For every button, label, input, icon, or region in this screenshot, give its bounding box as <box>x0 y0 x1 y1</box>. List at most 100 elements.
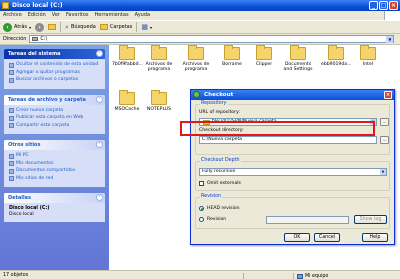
folder-item[interactable]: Archivos de programa <box>144 45 174 73</box>
head-revision-radio[interactable] <box>199 206 204 211</box>
folder-label: Documents and Settings <box>283 62 313 73</box>
details-header[interactable]: Detalles ˄ <box>4 193 105 203</box>
repository-group-label: Repository <box>200 101 228 106</box>
menu-favoritos[interactable]: Favoritos <box>66 12 89 20</box>
collapse-icon[interactable]: ˄ <box>96 50 103 57</box>
folder-label: Clipper <box>255 62 273 67</box>
folders-button[interactable]: Carpetas <box>99 24 132 30</box>
folder-label: Archivos de programa <box>145 62 173 73</box>
checkout-directory-input[interactable]: C:\Nueva carpeta <box>199 136 377 144</box>
ok-button[interactable]: OK <box>284 233 310 242</box>
url-highlight-annotation <box>180 121 375 136</box>
drive-icon <box>2 2 9 9</box>
folder-icon <box>290 45 306 60</box>
cancel-button[interactable]: Cancel <box>314 233 340 242</box>
omit-externals-label: Omit externals <box>207 181 241 186</box>
dialog-titlebar: Checkout × <box>191 90 394 100</box>
folder-icon <box>328 45 344 60</box>
folder-up-icon <box>48 24 57 30</box>
revision-group: Revision HEAD revision Revision Show log <box>195 194 390 229</box>
place-network[interactable]: Mis sitios de red <box>9 176 101 181</box>
back-label: Atrás <box>14 24 28 30</box>
dialog-close-button[interactable]: × <box>384 91 392 99</box>
task-hide-drive-contents[interactable]: Ocultar el contenido de esta unidad <box>9 62 101 68</box>
windows-logo-icon <box>384 11 400 20</box>
show-log-button[interactable]: Show log <box>354 215 387 224</box>
panel-title: Otros sitios <box>8 142 41 148</box>
search-label: Búsqueda <box>70 24 96 30</box>
collapse-icon[interactable]: ˄ <box>96 141 103 148</box>
file-tasks-header[interactable]: Tareas de archivo y carpeta ˄ <box>4 94 105 105</box>
url-label: URL of repository: <box>199 110 240 115</box>
menu-ver[interactable]: Ver <box>52 12 60 20</box>
task-search-files[interactable]: Buscar archivos o carpetas <box>9 77 101 83</box>
views-icon: ▦ <box>141 23 148 31</box>
task-publish-web[interactable]: Publicar esta carpeta en Web <box>9 115 101 121</box>
search-icon: ⌕ <box>65 22 69 31</box>
folder-item[interactable]: Borrame <box>217 45 247 67</box>
revision-input[interactable] <box>266 216 349 224</box>
collapse-icon[interactable]: ˄ <box>96 95 103 103</box>
folder-item[interactable]: Clipper <box>249 45 279 67</box>
task-label: Buscar archivos o carpetas <box>16 77 79 82</box>
address-input[interactable]: C:\ ▼ <box>29 35 395 43</box>
collapse-icon[interactable]: ˄ <box>96 194 103 201</box>
system-tasks-header[interactable]: Tareas del sistema ˄ <box>4 49 105 59</box>
back-button[interactable]: ‹ Atrás ▾ <box>3 22 31 32</box>
minimize-button[interactable]: _ <box>369 1 378 10</box>
address-label: Dirección <box>3 36 27 42</box>
menu-herramientas[interactable]: Herramientas <box>95 12 129 20</box>
task-share-folder[interactable]: Compartir esta carpeta <box>9 123 101 128</box>
search-icon <box>9 77 14 83</box>
place-my-documents[interactable]: Mis documentos <box>9 161 101 166</box>
folder-item[interactable]: Documents and Settings <box>283 45 313 73</box>
browse-url-button[interactable]: ... <box>380 118 389 126</box>
folder-item[interactable]: Archivos de programa <box>181 45 211 73</box>
menu-bar: Archivo Edición Ver Favoritos Herramient… <box>0 11 400 20</box>
folder-icon <box>119 90 135 105</box>
forward-button[interactable]: › <box>35 22 45 32</box>
details-name: Disco local (C:) <box>9 206 50 211</box>
other-places-header[interactable]: Otros sitios ˄ <box>4 140 105 150</box>
close-button[interactable]: × <box>389 1 398 10</box>
new-folder-icon <box>9 108 14 113</box>
task-label: Ocultar el contenido de esta unidad <box>16 62 99 67</box>
panel-title: Tareas de archivo y carpeta <box>8 96 86 103</box>
checkout-directory-value: C:\Nueva carpeta <box>202 137 243 142</box>
folder-item[interactable]: MSOCache <box>112 90 142 112</box>
checkout-depth-select[interactable]: Fully recursive ▼ <box>199 168 387 176</box>
omit-externals-checkbox[interactable] <box>199 181 204 186</box>
menu-edicion[interactable]: Edición <box>28 12 46 20</box>
revision-radio[interactable] <box>199 217 204 222</box>
folder-item[interactable]: ebb9019da... <box>321 45 351 67</box>
chevron-down-icon[interactable]: ▼ <box>386 35 394 43</box>
task-new-folder[interactable]: Crear nueva carpeta <box>9 108 101 113</box>
search-button[interactable]: ⌕ Búsqueda <box>65 23 96 32</box>
menu-archivo[interactable]: Archivo <box>3 12 22 20</box>
maximize-button[interactable]: □ <box>379 1 388 10</box>
folder-label: 7b0f9fabbd... <box>112 62 143 67</box>
browse-directory-button[interactable]: ... <box>380 136 389 144</box>
folder-icon <box>151 90 167 105</box>
status-bar: 17 objetos Mi equipo <box>0 270 400 279</box>
dialog-title: Checkout <box>204 92 234 98</box>
place-my-pc[interactable]: Mi PC <box>9 153 101 159</box>
folder-item[interactable]: NOTEPLUS <box>144 90 174 112</box>
back-arrow-icon: ‹ <box>3 22 12 32</box>
head-revision-label: HEAD revision <box>207 206 240 211</box>
folder-item[interactable]: 7b0f9fabbd... <box>112 45 143 67</box>
help-button[interactable]: Help <box>362 233 388 242</box>
other-places-panel: Otros sitios ˄ Mi PC Mis documentos Docu… <box>4 140 105 187</box>
folder-item[interactable]: Intel <box>353 45 383 67</box>
status-location: Mi equipo <box>293 273 328 279</box>
folder-icon <box>151 45 167 60</box>
menu-ayuda[interactable]: Ayuda <box>135 12 150 20</box>
up-button[interactable] <box>48 24 57 30</box>
chevron-down-icon[interactable]: ▼ <box>380 169 386 175</box>
task-label: Agregar o quitar programas <box>16 69 80 75</box>
web-icon <box>9 115 14 121</box>
status-item-count: 17 objetos <box>3 273 29 278</box>
place-shared-documents[interactable]: Documentos compartidos <box>9 168 101 174</box>
task-add-remove-programs[interactable]: Agregar o quitar programas <box>9 69 101 75</box>
views-button[interactable]: ▦ ▾ <box>141 23 152 31</box>
